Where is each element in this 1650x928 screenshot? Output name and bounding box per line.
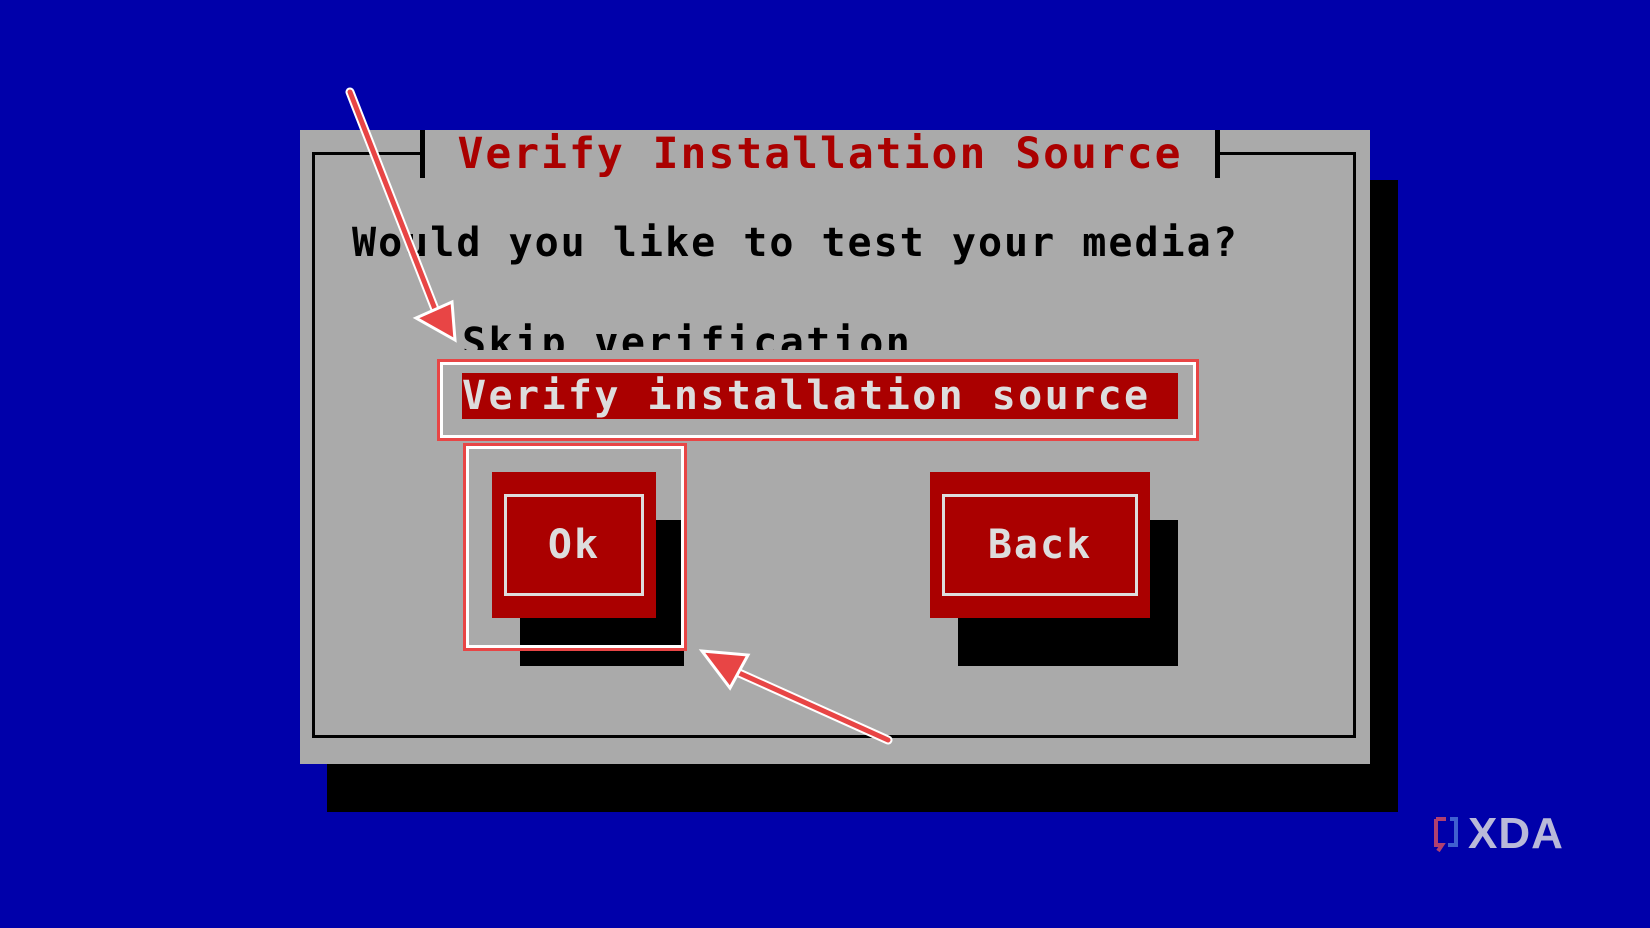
xda-logo-icon [1434,817,1458,853]
back-button[interactable]: Back [930,472,1150,618]
option-skip-verification[interactable]: Skip verification [462,320,912,350]
annotation-highlight-ok-button [463,443,687,651]
xda-watermark: XDA [1432,808,1564,860]
back-button-label: Back [942,494,1138,596]
watermark-text: XDA [1468,809,1564,858]
dialog-title: Verify Installation Source [420,130,1220,178]
dialog-question: Would you like to test your media? [352,220,1239,266]
screen: Verify Installation Source Would you lik… [0,0,1650,928]
annotation-highlight-verify-option [437,359,1199,441]
verify-source-dialog: Verify Installation Source Would you lik… [300,130,1370,764]
